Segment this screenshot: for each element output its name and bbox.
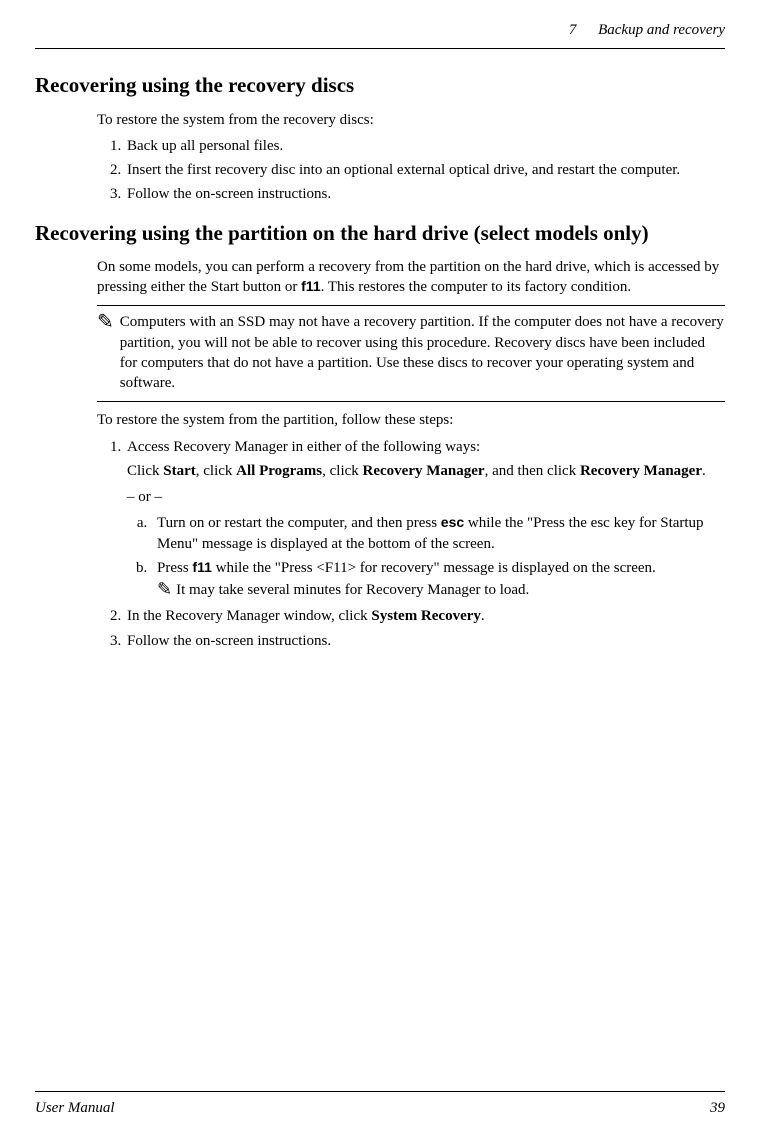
- step1-intro: Access Recovery Manager in either of the…: [127, 437, 725, 457]
- section2-steps: Access Recovery Manager in either of the…: [97, 437, 725, 651]
- section2-step-3: Follow the on-screen instructions.: [125, 631, 725, 651]
- t: Press: [157, 560, 192, 576]
- section2-intro2: To restore the system from the partition…: [97, 410, 725, 430]
- key-esc: esc: [441, 514, 464, 530]
- section2-step-2: In the Recovery Manager window, click Sy…: [125, 606, 725, 626]
- section1-step-1: Back up all personal files.: [125, 136, 725, 156]
- note-ssd-text: Computers with an SSD may not have a rec…: [120, 312, 725, 393]
- section-heading-partition: Recovering using the partition on the ha…: [35, 219, 725, 247]
- bold-recovery-manager: Recovery Manager: [363, 463, 485, 479]
- t: Click: [127, 463, 163, 479]
- step1-sub-b: Press f11 while the "Press <F11> for rec…: [151, 558, 725, 601]
- pencil-icon: ✎: [97, 312, 114, 332]
- section-heading-recovery-discs: Recovering using the recovery discs: [35, 71, 725, 99]
- or-separator: – or –: [127, 487, 725, 507]
- bold-system-recovery: System Recovery: [371, 608, 481, 624]
- t: , click: [322, 463, 362, 479]
- t: Turn on or restart the computer, and the…: [157, 515, 441, 531]
- chapter-title: Backup and recovery: [598, 22, 725, 38]
- t: while the "Press <F11> for recovery" mes…: [212, 560, 656, 576]
- key-f11: f11: [301, 278, 320, 294]
- t: , click: [196, 463, 236, 479]
- t: .: [702, 463, 706, 479]
- pencil-icon: ✎: [157, 580, 172, 598]
- footer-left: User Manual: [35, 1098, 115, 1118]
- bold-start: Start: [163, 463, 196, 479]
- section1-step-3: Follow the on-screen instructions.: [125, 184, 725, 204]
- page-header: 7 Backup and recovery: [35, 20, 725, 49]
- step1-click-line: Click Start, click All Programs, click R…: [127, 461, 725, 481]
- section1-step-2: Insert the first recovery disc into an o…: [125, 160, 725, 180]
- key-f11-b: f11: [192, 559, 211, 575]
- page-container: 7 Backup and recovery Recovering using t…: [0, 0, 770, 1148]
- intro-text-post: . This restores the computer to its fact…: [321, 279, 632, 295]
- t: .: [481, 608, 485, 624]
- step1-substeps: Turn on or restart the computer, and the…: [127, 513, 725, 600]
- section2-step-1: Access Recovery Manager in either of the…: [125, 437, 725, 601]
- section1-steps: Back up all personal files. Insert the f…: [97, 136, 725, 205]
- note-ssd: ✎ Computers with an SSD may not have a r…: [97, 305, 725, 402]
- bold-all-programs: All Programs: [236, 463, 322, 479]
- section2-intro: On some models, you can perform a recove…: [97, 257, 725, 298]
- page-footer: User Manual 39: [35, 1091, 725, 1118]
- section1-intro: To restore the system from the recovery …: [97, 110, 725, 130]
- t: In the Recovery Manager window, click: [127, 608, 371, 624]
- note-load-time: ✎ It may take several minutes for Recove…: [157, 580, 725, 600]
- bold-recovery-manager-2: Recovery Manager: [580, 463, 702, 479]
- footer-page-number: 39: [710, 1098, 725, 1118]
- t: , and then click: [485, 463, 580, 479]
- note-load-text: It may take several minutes for Recovery…: [176, 580, 529, 600]
- step1-sub-a: Turn on or restart the computer, and the…: [151, 513, 725, 554]
- chapter-number: 7: [569, 22, 577, 38]
